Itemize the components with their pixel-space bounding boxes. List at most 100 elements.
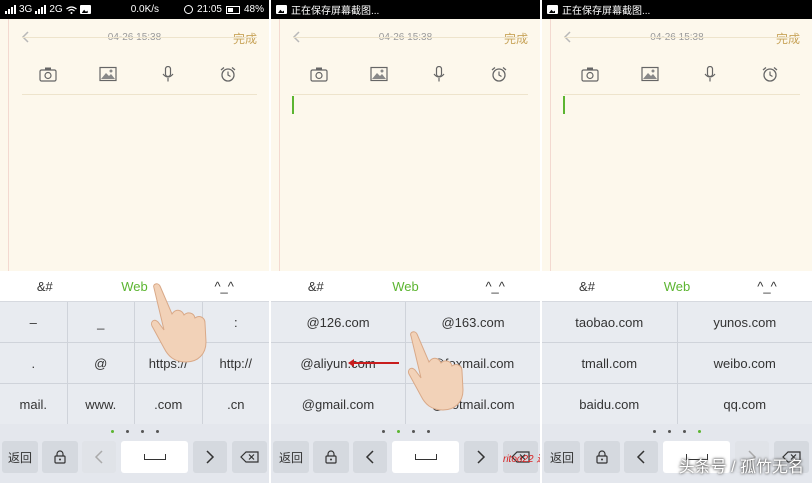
tab-web[interactable]: Web bbox=[361, 271, 451, 301]
microphone-icon[interactable] bbox=[701, 66, 719, 82]
done-button[interactable]: 完成 bbox=[776, 30, 800, 47]
lock-key[interactable] bbox=[42, 441, 78, 473]
phone-panel-3: 正在保存屏幕截图... 04-26 15:38 完成 &# Web ^_^ ta… bbox=[542, 0, 812, 483]
tab-web[interactable]: Web bbox=[90, 271, 180, 301]
done-button[interactable]: 完成 bbox=[504, 30, 528, 47]
keyboard-bottom-row: 返回 bbox=[271, 439, 540, 475]
space-icon bbox=[143, 454, 166, 460]
battery-level: 48% bbox=[243, 4, 264, 15]
key-https[interactable]: https:// bbox=[135, 343, 202, 383]
key-taobao[interactable]: taobao.com bbox=[542, 302, 677, 342]
page-dot bbox=[683, 430, 686, 433]
page-dot bbox=[698, 430, 701, 433]
alarm-icon bbox=[183, 5, 193, 14]
key-yunos[interactable]: yunos.com bbox=[677, 302, 812, 342]
keyboard-bottom-row: 返回 bbox=[0, 439, 269, 475]
tab-web[interactable]: Web bbox=[632, 271, 722, 301]
page-dot bbox=[426, 430, 430, 433]
key-163[interactable]: @163.com bbox=[406, 302, 540, 342]
chevron-right-icon bbox=[206, 450, 215, 464]
note-toolbar bbox=[271, 56, 540, 94]
key-com[interactable]: .com bbox=[135, 384, 202, 424]
cursor-right-key[interactable] bbox=[464, 441, 498, 473]
camera-icon[interactable] bbox=[581, 66, 599, 82]
key-qq[interactable]: qq.com bbox=[677, 384, 812, 424]
key-gmail[interactable]: @gmail.com bbox=[271, 384, 405, 424]
alarm-clock-icon[interactable] bbox=[219, 66, 237, 82]
key-www[interactable]: www. bbox=[67, 384, 134, 424]
space-key[interactable] bbox=[392, 441, 459, 473]
image-icon[interactable] bbox=[370, 66, 388, 82]
swipe-direction-arrow bbox=[348, 359, 399, 367]
cursor-right-key[interactable] bbox=[193, 441, 227, 473]
page-indicator bbox=[271, 424, 540, 439]
lock-key[interactable] bbox=[584, 441, 620, 473]
page-dot bbox=[125, 430, 129, 433]
key-126[interactable]: @126.com bbox=[271, 302, 405, 342]
back-key[interactable]: 返回 bbox=[273, 441, 309, 473]
page-dot bbox=[381, 430, 385, 433]
key-http[interactable]: http:// bbox=[202, 343, 269, 383]
page-dot bbox=[140, 430, 144, 433]
key-dot[interactable]: . bbox=[0, 343, 67, 383]
network-label: 3G bbox=[19, 4, 33, 15]
screenshot-notification-icon bbox=[547, 5, 558, 14]
image-icon[interactable] bbox=[641, 66, 659, 82]
lock-icon bbox=[325, 450, 337, 464]
text-cursor bbox=[292, 96, 294, 114]
key-foxmail[interactable]: @foxmail.com bbox=[406, 343, 540, 383]
tab-emoticons[interactable]: ^_^ bbox=[450, 271, 540, 301]
key-at[interactable]: @ bbox=[67, 343, 134, 383]
key-hotmail[interactable]: @hotmail.com bbox=[406, 384, 540, 424]
camera-icon[interactable] bbox=[39, 66, 57, 82]
cursor-left-key[interactable] bbox=[624, 441, 658, 473]
key-mail[interactable]: mail. bbox=[0, 384, 67, 424]
chevron-left-icon bbox=[636, 450, 645, 464]
key-underscore[interactable]: _ bbox=[67, 302, 134, 342]
delete-key[interactable] bbox=[232, 441, 267, 473]
screenshot-saving-notice: 正在保存屏幕截图... bbox=[562, 6, 651, 17]
cursor-left-key[interactable] bbox=[353, 441, 387, 473]
alarm-clock-icon[interactable] bbox=[761, 66, 779, 82]
done-button[interactable]: 完成 bbox=[233, 30, 257, 47]
page-dot bbox=[110, 430, 114, 433]
microphone-icon[interactable] bbox=[159, 66, 177, 82]
tab-emoticons[interactable]: ^_^ bbox=[722, 271, 812, 301]
microphone-icon[interactable] bbox=[430, 66, 448, 82]
space-key[interactable] bbox=[121, 441, 188, 473]
keyboard: &# Web ^_^ – _ / : . @ https:// http:// … bbox=[0, 271, 269, 483]
page-dot bbox=[396, 430, 400, 433]
key-slash[interactable]: / bbox=[135, 302, 202, 342]
key-colon[interactable]: : bbox=[202, 302, 269, 342]
key-weibo[interactable]: weibo.com bbox=[677, 343, 812, 383]
camera-icon[interactable] bbox=[310, 66, 328, 82]
chevron-left-icon bbox=[365, 450, 374, 464]
signal-icon bbox=[5, 5, 16, 14]
back-key[interactable]: 返回 bbox=[544, 441, 580, 473]
tab-symbols[interactable]: &# bbox=[542, 271, 632, 301]
watermark: 头条号 / 孤竹无名 bbox=[678, 459, 804, 476]
network-speed: 0.0K/s bbox=[130, 4, 160, 15]
lock-key[interactable] bbox=[313, 441, 349, 473]
key-baidu[interactable]: baidu.com bbox=[542, 384, 677, 424]
chevron-left-icon bbox=[94, 450, 103, 464]
space-icon bbox=[414, 454, 437, 460]
key-cn[interactable]: .cn bbox=[202, 384, 269, 424]
tab-symbols[interactable]: &# bbox=[0, 271, 90, 301]
page-dot bbox=[653, 430, 656, 433]
back-key[interactable]: 返回 bbox=[2, 441, 38, 473]
tab-symbols[interactable]: &# bbox=[271, 271, 361, 301]
key-tmall[interactable]: tmall.com bbox=[542, 343, 677, 383]
key-dash[interactable]: – bbox=[0, 302, 67, 342]
tab-emoticons[interactable]: ^_^ bbox=[179, 271, 269, 301]
chevron-right-icon bbox=[477, 450, 486, 464]
wifi-icon bbox=[65, 5, 77, 14]
email-key-grid: @126.com @163.com @aliyun.com @foxmail.c… bbox=[271, 302, 540, 424]
image-icon[interactable] bbox=[99, 66, 117, 82]
battery-icon bbox=[225, 5, 240, 14]
alarm-clock-icon[interactable] bbox=[490, 66, 508, 82]
status-bar: 3G 2G 0.0K/s 21:05 48% bbox=[0, 0, 269, 19]
header-divider bbox=[293, 37, 528, 38]
cursor-left-key[interactable] bbox=[82, 441, 116, 473]
screenshot-triptych: 3G 2G 0.0K/s 21:05 48% 04-26 15:38 完成 bbox=[0, 0, 812, 483]
